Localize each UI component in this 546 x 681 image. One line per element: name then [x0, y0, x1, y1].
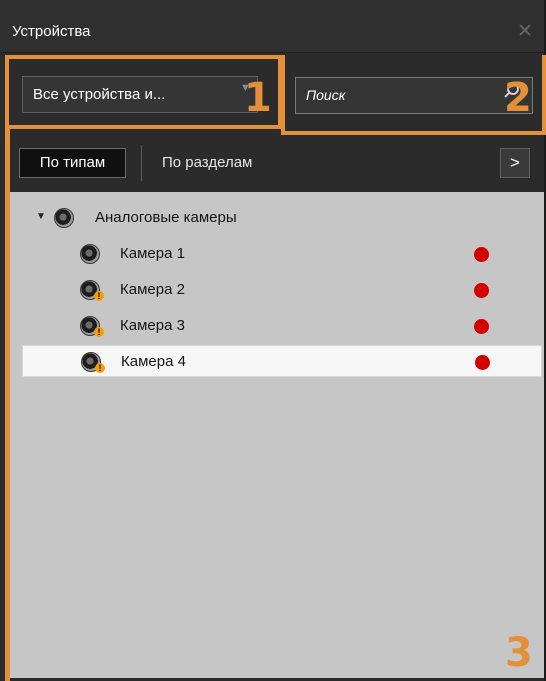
- chevron-right-icon[interactable]: >: [500, 148, 530, 178]
- camera-icon: [80, 244, 100, 264]
- tree-item-label: Камера 4: [121, 353, 186, 370]
- title-bar: Устройства ✕: [0, 0, 544, 53]
- tab-by-types[interactable]: По типам: [19, 148, 126, 178]
- device-tree: ▼ Аналоговые камеры Камера 1 ! Камера 2 …: [10, 192, 544, 678]
- status-dot: [474, 283, 489, 298]
- warning-icon: !: [95, 363, 105, 373]
- tab-divider: [141, 145, 142, 181]
- tree-item-camera-4[interactable]: ! Камера 4: [22, 345, 542, 377]
- tree-item-camera-2[interactable]: ! Камера 2: [10, 274, 544, 306]
- tree-group-row[interactable]: ▼ Аналоговые камеры: [10, 202, 544, 234]
- warning-icon: !: [94, 327, 104, 337]
- tree-item-label: Камера 1: [120, 245, 185, 262]
- tree-item-camera-1[interactable]: Камера 1: [10, 238, 544, 270]
- camera-icon: [54, 208, 74, 228]
- tree-item-camera-3[interactable]: ! Камера 3: [10, 310, 544, 342]
- tree-group-label: Аналоговые камеры: [95, 209, 237, 226]
- tree-item-label: Камера 2: [120, 281, 185, 298]
- status-dot: [474, 247, 489, 262]
- warning-icon: !: [94, 291, 104, 301]
- status-dot: [475, 355, 490, 370]
- callout-number-2: 2: [504, 75, 532, 121]
- status-dot: [474, 319, 489, 334]
- callout-number-1: 1: [244, 75, 272, 121]
- tree-item-label: Камера 3: [120, 317, 185, 334]
- close-icon[interactable]: ✕: [514, 21, 536, 43]
- callout-box-1: [5, 55, 282, 129]
- tab-by-sections[interactable]: По разделам: [162, 150, 252, 176]
- expand-arrow-icon[interactable]: ▼: [36, 211, 46, 223]
- callout-number-3: 3: [505, 630, 533, 676]
- devices-panel: Устройства ✕ Все устройства и... ▼ Поиск…: [0, 0, 546, 681]
- window-title: Устройства: [12, 23, 91, 40]
